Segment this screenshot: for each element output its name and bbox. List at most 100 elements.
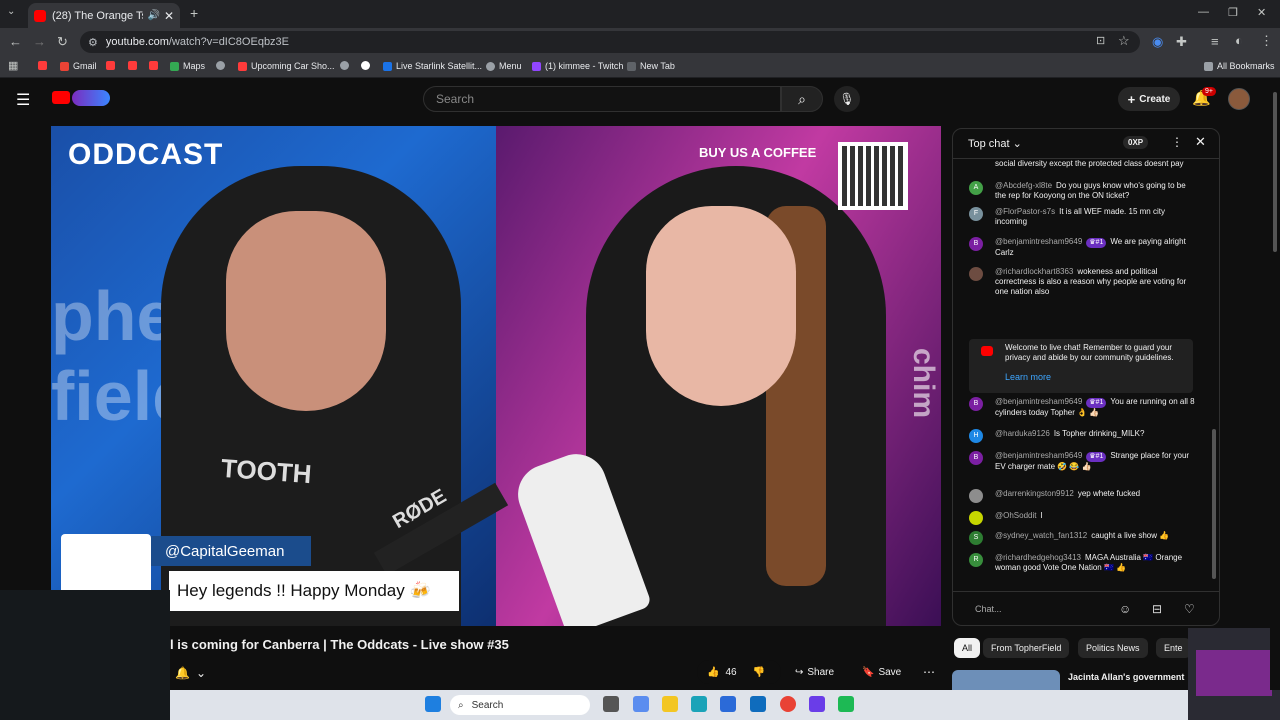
xp-badge[interactable]: 0XP	[1123, 136, 1149, 149]
emoji-icon[interactable]: ☺	[1119, 602, 1131, 616]
chat-author-name[interactable]: @FlorPastor-s7s	[995, 207, 1055, 216]
chat-input[interactable]: Chat...	[975, 604, 1002, 614]
chat-author-name[interactable]: @benjamintresham9649	[995, 451, 1082, 460]
chip-from-topherfield[interactable]: From TopherField	[983, 638, 1070, 658]
edge-icon[interactable]	[691, 696, 707, 712]
like-button[interactable]: 👍 46 👎	[697, 660, 781, 684]
learn-more-link[interactable]: Learn more	[1005, 372, 1051, 382]
minimize-icon[interactable]: —	[1198, 6, 1209, 18]
chat-author-name[interactable]: @richardhedgehog3413	[995, 553, 1081, 562]
file-explorer-icon[interactable]	[662, 696, 678, 712]
forward-icon[interactable]: →	[33, 34, 46, 49]
chat-author-avatar[interactable]: H	[969, 429, 983, 443]
search-button[interactable]: ⌕	[781, 86, 823, 112]
chat-author-name[interactable]: @richardlockhart8363	[995, 267, 1073, 276]
maximize-icon[interactable]: ❐	[1228, 6, 1238, 19]
apps-grid-icon[interactable]: ▦	[8, 59, 18, 72]
chat-author-avatar[interactable]	[969, 489, 983, 503]
bookmark-twitch[interactable]: (1) kimmee - Twitch	[532, 61, 623, 71]
more-actions-button[interactable]: ⋯	[918, 660, 940, 684]
doodle-logo-icon[interactable]	[72, 90, 110, 106]
account-avatar[interactable]	[1228, 88, 1250, 110]
chat-author-name[interactable]: @harduka9126	[995, 429, 1050, 438]
taskbar-search[interactable]: ⌕ Search	[450, 695, 590, 715]
bookmark-youtube[interactable]	[106, 61, 119, 70]
chat-author-avatar[interactable]: B	[969, 397, 983, 411]
new-tab-button[interactable]: +	[190, 5, 198, 21]
chip-entertainment[interactable]: Ente	[1156, 638, 1191, 658]
chip-politics-news[interactable]: Politics News	[1078, 638, 1148, 658]
chat-author-avatar[interactable]: B	[969, 451, 983, 465]
chat-author-name[interactable]: @benjamintresham9649	[995, 237, 1082, 246]
share-button[interactable]: ↪ Share	[789, 660, 849, 684]
app-grid-icon[interactable]	[809, 696, 825, 712]
chat-author-name[interactable]: @OhSoddit	[995, 511, 1036, 520]
youtube-logo-icon[interactable]	[52, 91, 70, 104]
chat-author-avatar[interactable]	[969, 511, 983, 525]
voice-search-button[interactable]: 🎙	[834, 86, 860, 112]
chat-author-name[interactable]: @darrenkingston9912	[995, 489, 1074, 498]
hamburger-menu-icon[interactable]: ☰	[16, 90, 30, 110]
chat-author-avatar[interactable]: R	[969, 553, 983, 567]
address-bar[interactable]: ⚙ youtube.com /watch?v=dIC8OEqbz3E	[80, 31, 1140, 53]
chat-author-avatar[interactable]: A	[969, 181, 983, 195]
bookmark-maps[interactable]: Maps	[170, 61, 205, 71]
create-button[interactable]: + Create	[1118, 87, 1180, 111]
subscription-bell-button[interactable]: 🔔 ⌄	[170, 662, 216, 684]
chat-author-avatar[interactable]	[969, 267, 983, 281]
bookmark-youtube[interactable]	[128, 61, 141, 70]
outlook-icon[interactable]	[750, 696, 766, 712]
bookmark-youtube[interactable]	[38, 61, 51, 70]
heart-icon[interactable]: ♡	[1184, 602, 1195, 616]
window-close-icon[interactable]: ✕	[1257, 6, 1266, 19]
chip-all[interactable]: All	[954, 638, 981, 658]
browser-tab[interactable]: (28) The Orange Tsunami is 🔊 ✕	[28, 3, 180, 28]
chat-author-avatar[interactable]: F	[969, 207, 983, 221]
store-icon[interactable]	[720, 696, 736, 712]
bookmark-star-icon[interactable]: ☆	[1118, 33, 1130, 49]
profile-icon[interactable]: ◐	[1235, 33, 1243, 48]
chat-more-icon[interactable]: ⋮	[1171, 135, 1183, 149]
reload-icon[interactable]: ↻	[57, 34, 68, 50]
tab-close-icon[interactable]: ✕	[164, 9, 174, 23]
recommended-video-title[interactable]: Jacinta Allan's government	[1068, 672, 1184, 682]
back-icon[interactable]: ←	[9, 34, 22, 49]
bookmark-new-tab[interactable]: New Tab	[627, 61, 675, 71]
app-icon[interactable]	[838, 696, 854, 712]
copilot-icon[interactable]	[633, 696, 649, 712]
chat-author-name[interactable]: @benjamintresham9649	[995, 397, 1082, 406]
thumbs-down-icon[interactable]: 👎	[753, 667, 765, 678]
top-chat-dropdown[interactable]: Top chat ⌄	[968, 137, 1022, 150]
bookmark-gmail[interactable]: Gmail	[60, 61, 97, 71]
page-scrollbar[interactable]	[1270, 80, 1280, 690]
bookmark-menu[interactable]: Menu	[486, 61, 522, 71]
site-info-icon[interactable]: ⚙	[88, 36, 98, 49]
super-chat-icon[interactable]: ⊟	[1152, 602, 1162, 616]
all-bookmarks-folder[interactable]: All Bookmarks	[1204, 61, 1275, 71]
bookmark-globe[interactable]	[340, 61, 353, 70]
video-player[interactable]: pher field TOOTH ODDCAST chim BUY US A CO…	[51, 126, 941, 626]
chat-scrollbar[interactable]	[1211, 159, 1217, 589]
tab-list-icon[interactable]: ⌄	[7, 6, 15, 17]
bookmark-google[interactable]	[361, 61, 374, 70]
bookmark-starlink[interactable]: Live Starlink Satellit...	[383, 61, 482, 71]
chat-author-name[interactable]: @Abcdefg-xl8te	[995, 181, 1052, 190]
chat-author-name[interactable]: @sydney_watch_fan1312	[995, 531, 1087, 540]
speaker-icon[interactable]: 🔊	[147, 10, 159, 21]
task-view-icon[interactable]	[603, 696, 619, 712]
bookmark-youtube[interactable]	[149, 61, 162, 70]
bookmark-globe[interactable]	[216, 61, 229, 70]
windows-start-icon[interactable]	[425, 696, 441, 712]
chrome-icon[interactable]	[780, 696, 796, 712]
extensions-icon[interactable]: ✚	[1176, 34, 1187, 50]
bookmark-car-show[interactable]: Upcoming Car Sho...	[238, 61, 335, 71]
chat-author-avatar[interactable]: S	[969, 531, 983, 545]
search-input[interactable]: Search	[423, 86, 781, 112]
chat-close-icon[interactable]: ✕	[1195, 134, 1206, 150]
browser-menu-icon[interactable]: ⋮	[1260, 33, 1273, 49]
chat-author-avatar[interactable]: B	[969, 237, 983, 251]
vpn-extension-icon[interactable]: ◉	[1152, 34, 1163, 50]
save-button[interactable]: 🔖 Save	[856, 660, 912, 684]
reading-list-icon[interactable]: ≡	[1211, 34, 1219, 49]
install-app-icon[interactable]: ⊡	[1096, 34, 1105, 47]
